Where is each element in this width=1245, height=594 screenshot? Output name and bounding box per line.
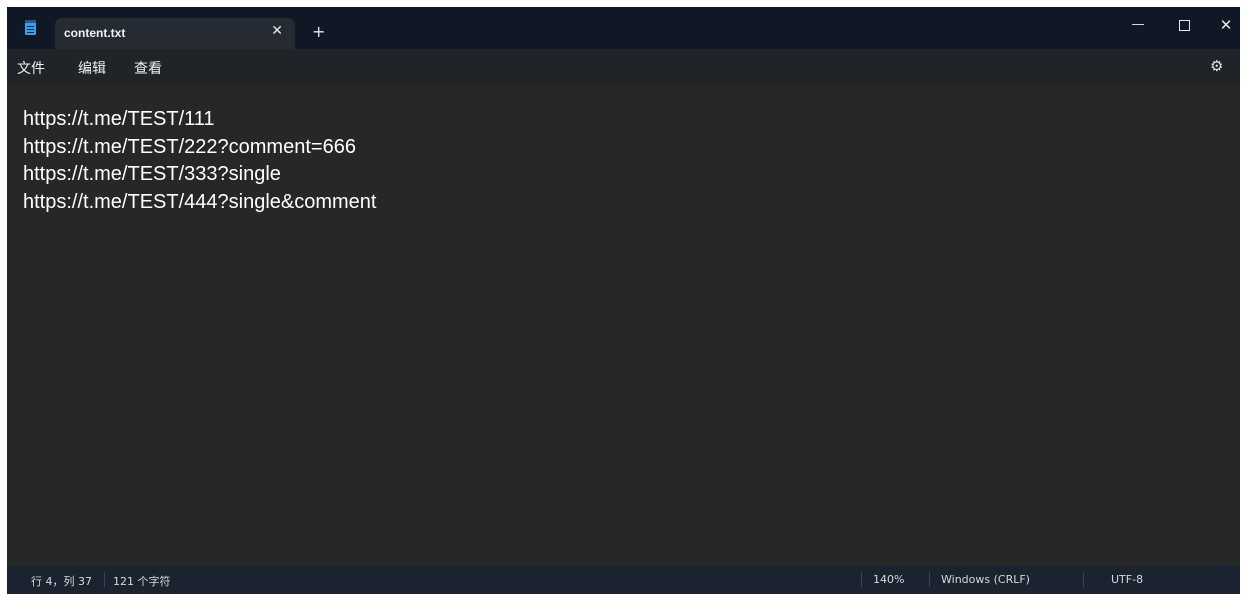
editor-line: https://t.me/TEST/333?single xyxy=(23,163,281,185)
editor-line: https://t.me/TEST/222?comment=666 xyxy=(23,136,356,158)
editor-line: https://t.me/TEST/444?single&comment xyxy=(23,191,377,213)
new-tab-button[interactable]: + xyxy=(312,22,325,41)
menu-bar: 文件 编辑 查看 ⚙ xyxy=(7,49,1240,84)
notepad-window: content.txt ✕ + — ✕ 文件 编辑 查看 ⚙ https://t… xyxy=(7,7,1240,594)
character-count: 121 个字符 xyxy=(113,575,171,588)
status-divider xyxy=(104,572,105,587)
gear-icon[interactable]: ⚙ xyxy=(1210,57,1223,75)
status-divider xyxy=(861,572,862,587)
menu-edit[interactable]: 编辑 xyxy=(78,58,106,78)
zoom-level[interactable]: 140% xyxy=(873,573,904,586)
notepad-icon xyxy=(25,20,36,35)
menu-view[interactable]: 查看 xyxy=(134,58,162,78)
cursor-position: 行 4，列 37 xyxy=(31,575,92,588)
tab-title: content.txt xyxy=(64,26,126,40)
text-editor[interactable]: https://t.me/TEST/111 https://t.me/TEST/… xyxy=(7,84,1240,565)
close-tab-icon[interactable]: ✕ xyxy=(271,23,283,39)
maximize-icon xyxy=(1178,20,1190,31)
maximize-button[interactable] xyxy=(1169,15,1199,35)
tab-content-txt[interactable]: content.txt ✕ xyxy=(55,18,295,49)
minimize-button[interactable]: — xyxy=(1123,15,1153,35)
close-window-button[interactable]: ✕ xyxy=(1211,15,1240,35)
status-divider xyxy=(929,572,930,587)
title-bar[interactable]: content.txt ✕ + — ✕ xyxy=(7,7,1240,49)
encoding[interactable]: UTF-8 xyxy=(1111,573,1143,586)
editor-line: https://t.me/TEST/111 xyxy=(23,108,215,130)
status-bar: 行 4，列 37 121 个字符 140% Windows (CRLF) UTF… xyxy=(7,565,1240,594)
menu-file[interactable]: 文件 xyxy=(17,58,45,78)
line-ending[interactable]: Windows (CRLF) xyxy=(941,573,1030,586)
status-divider xyxy=(1083,572,1084,587)
